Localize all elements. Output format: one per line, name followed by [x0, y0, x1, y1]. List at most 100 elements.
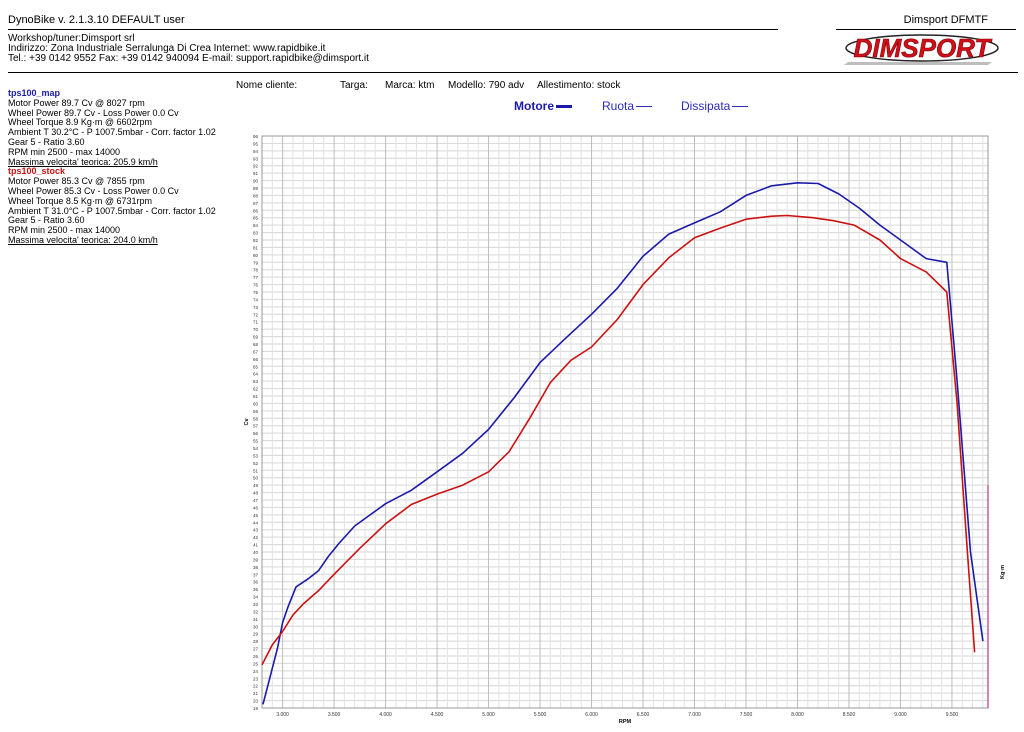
- y-tick-label: 47: [253, 498, 259, 503]
- y-tick-label: 55: [253, 439, 259, 444]
- y-tick-label: 37: [253, 572, 259, 577]
- y-tick-label: 73: [253, 305, 259, 310]
- y-tick-label: 39: [253, 557, 259, 562]
- legend-item-dissipata[interactable]: Dissipata: [681, 99, 749, 113]
- y-tick-label: 76: [253, 283, 259, 288]
- x-tick-label: 4.000: [379, 712, 392, 718]
- y-tick-label: 56: [253, 431, 259, 436]
- y-tick-label: 50: [253, 476, 259, 481]
- y-tick-label: 24: [253, 669, 259, 674]
- y-tick-label: 28: [253, 639, 259, 644]
- y-tick-label: 83: [253, 231, 259, 236]
- header-divider: [8, 29, 778, 30]
- header-divider-right: [836, 29, 1016, 30]
- y-tick-label: 20: [253, 699, 259, 704]
- run-info-panel: tps100_map Motor Power 89.7 Cv @ 8027 rp…: [8, 88, 216, 246]
- y-tick-label: 92: [253, 164, 259, 169]
- y-tick-label: 63: [253, 379, 259, 384]
- y-tick-label: 43: [253, 528, 259, 533]
- y-tick-label: 91: [253, 171, 259, 176]
- app-title: DynoBike v. 2.1.3.10 DEFAULT user: [8, 14, 185, 26]
- y-tick-label: 81: [253, 245, 259, 250]
- model-label: Modello: 790 adv: [448, 80, 525, 91]
- y-tick-label: 86: [253, 208, 259, 213]
- y-tick-label: 69: [253, 335, 259, 340]
- y2-axis-label: Kg·m: [1000, 565, 1006, 579]
- x-tick-label: 7.500: [740, 712, 753, 718]
- legend-label-dissipata: Dissipata: [681, 99, 731, 113]
- x-tick-label: 3.000: [276, 712, 289, 718]
- y-tick-label: 54: [253, 446, 259, 451]
- legend-line-motore: [556, 105, 572, 109]
- x-tick-label: 5.000: [482, 712, 495, 718]
- y-tick-label: 25: [253, 661, 259, 666]
- y-tick-label: 58: [253, 416, 259, 421]
- legend-item-motore[interactable]: Motore: [514, 99, 572, 113]
- run-block: tps100_stock Motor Power 85.3 Cv @ 7855 …: [8, 167, 216, 245]
- y-tick-label: 78: [253, 268, 259, 273]
- y-tick-label: 19: [253, 706, 259, 711]
- y-tick-label: 41: [253, 543, 259, 548]
- y-tick-label: 42: [253, 535, 259, 540]
- dyno-chart: 19 20 21 22 23 24 25 26 27 28 29 30 31 32 33 34 35 36 37 38…: [244, 134, 1006, 725]
- y-tick-label: 89: [253, 186, 259, 191]
- y-tick-label: 80: [253, 253, 259, 258]
- legend-item-ruota[interactable]: Ruota: [602, 99, 653, 113]
- brand-label: Marca: ktm: [385, 80, 435, 91]
- y-tick-label: 66: [253, 357, 259, 362]
- y-tick-label: 31: [253, 617, 259, 622]
- y-tick-label: 67: [253, 349, 259, 354]
- y-tick-label: 35: [253, 587, 259, 592]
- y-tick-label: 30: [253, 624, 259, 629]
- legend-line-ruota: [636, 106, 653, 108]
- y-tick-label: 59: [253, 409, 259, 414]
- x-tick-label: 3.500: [328, 712, 341, 718]
- y-tick-label: 21: [253, 691, 259, 696]
- y-tick-label: 53: [253, 453, 259, 458]
- x-tick-label: 5.500: [534, 712, 547, 718]
- legend-line-dissipata: [732, 106, 749, 108]
- y-tick-label: 34: [253, 595, 259, 600]
- y-tick-label: 49: [253, 483, 259, 488]
- legend-label-motore: Motore: [514, 99, 554, 113]
- y-tick-label: 75: [253, 290, 259, 295]
- y-tick-label: 74: [253, 297, 259, 302]
- contacts-text: Tel.: +39 0142 9552 Fax: +39 0142 940094…: [8, 53, 369, 64]
- y-tick-label: 62: [253, 387, 259, 392]
- x-tick-label: 9.500: [946, 712, 959, 718]
- y-tick-label: 38: [253, 565, 259, 570]
- y-tick-label: 70: [253, 327, 259, 332]
- plot-frame: [261, 135, 989, 709]
- y-tick-label: 85: [253, 216, 259, 221]
- y-tick-label: 71: [253, 320, 259, 325]
- y-tick-label: 48: [253, 491, 259, 496]
- y-tick-label: 88: [253, 193, 259, 198]
- y-tick-label: 82: [253, 238, 259, 243]
- y-tick-label: 87: [253, 201, 259, 206]
- y-tick-label: 27: [253, 647, 259, 652]
- y-tick-label: 96: [253, 134, 259, 139]
- y-tick-label: 77: [253, 275, 259, 280]
- y-tick-label: 36: [253, 580, 259, 585]
- x-tick-label: 6.000: [585, 712, 598, 718]
- x-tick-label: 9.000: [894, 712, 907, 718]
- y-tick-label: 93: [253, 156, 259, 161]
- y-tick-label: 29: [253, 632, 259, 637]
- y-tick-label: 33: [253, 602, 259, 607]
- x-tick-label: 6.500: [637, 712, 650, 718]
- y-tick-label: 52: [253, 461, 259, 466]
- run-block: tps100_map Motor Power 89.7 Cv @ 8027 rp…: [8, 88, 216, 167]
- x-tick-label: 4.500: [431, 712, 444, 718]
- y-tick-label: 94: [253, 149, 259, 154]
- y-tick-label: 46: [253, 505, 259, 510]
- client-name-label: Nome cliente:: [236, 80, 298, 91]
- y-tick-label: 23: [253, 676, 259, 681]
- y-tick-label: 68: [253, 342, 259, 347]
- run-speed: Massima velocita' teorica: 204.0 km/h: [8, 234, 158, 245]
- setup-label: Allestimento: stock: [537, 80, 621, 91]
- y-tick-label: 90: [253, 179, 259, 184]
- legend-label-ruota: Ruota: [602, 99, 635, 113]
- company-name: Dimsport DFMTF: [903, 14, 988, 26]
- y-tick-label: 22: [253, 684, 259, 689]
- x-tick-label: 7.000: [688, 712, 701, 718]
